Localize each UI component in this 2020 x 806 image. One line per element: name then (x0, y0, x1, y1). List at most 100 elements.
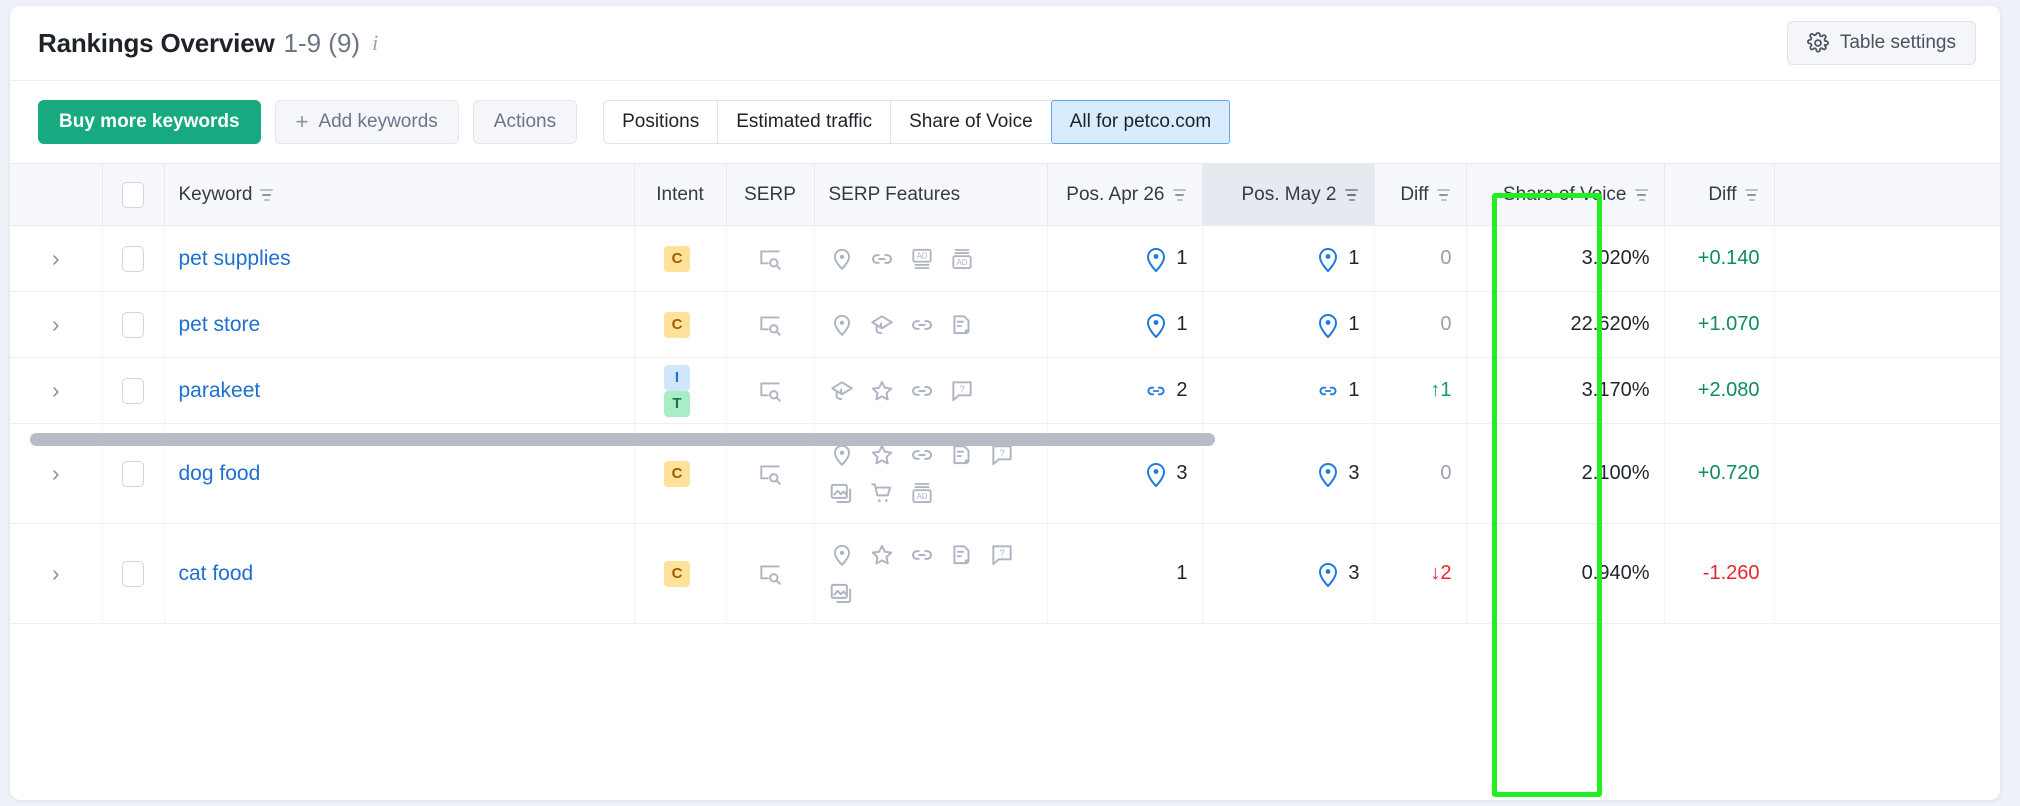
pos-may2-value: 1 (1348, 247, 1360, 269)
intent-badge-c[interactable]: C (664, 245, 690, 272)
share-of-voice-value: 22.620% (1570, 313, 1650, 335)
image-pack-icon[interactable] (829, 480, 855, 506)
th-diff-sov[interactable]: Diff (1664, 163, 1775, 226)
expand-chevron-icon[interactable]: › (24, 247, 88, 270)
row-checkbox[interactable] (122, 311, 144, 338)
sort-icon (1172, 188, 1186, 201)
sitelinks-icon[interactable] (909, 542, 935, 568)
expand-chevron-icon[interactable]: › (24, 313, 88, 336)
th-pos-apr26[interactable]: Pos. Apr 26 (1047, 163, 1203, 226)
serp-cell[interactable] (726, 225, 815, 292)
row-select-cell[interactable] (102, 357, 165, 424)
diff-sov-value: -1.260 (1702, 562, 1760, 584)
horizontal-scrollbar-thumb[interactable] (30, 433, 1215, 446)
reviews-icon[interactable] (869, 378, 895, 404)
row-checkbox[interactable] (122, 377, 144, 404)
row-expand-cell[interactable]: › (10, 357, 103, 424)
intent-badge-t[interactable]: T (664, 390, 690, 417)
row-checkbox[interactable] (122, 460, 144, 487)
row-expand-cell[interactable]: › (10, 291, 103, 358)
serp-preview-icon[interactable] (741, 378, 800, 404)
plus-icon: + (295, 109, 309, 134)
knowledge-panel-icon[interactable] (829, 378, 855, 404)
keyword-link[interactable]: pet store (179, 313, 261, 336)
image-pack-icon[interactable] (829, 580, 855, 606)
th-keyword[interactable]: Keyword (164, 163, 635, 226)
serp-cell[interactable] (726, 291, 815, 358)
pos-may2-value: 1 (1348, 313, 1360, 335)
actions-button[interactable]: Actions (472, 100, 578, 144)
row-select-cell[interactable] (102, 523, 165, 624)
table-settings-button[interactable]: Table settings (1786, 21, 1976, 65)
serp-features-cell: ? (814, 523, 1048, 624)
keyword-link[interactable]: parakeet (179, 379, 261, 402)
serp-preview-icon[interactable] (741, 312, 800, 338)
shopping-icon[interactable] (869, 480, 895, 506)
arrow-up-icon: ↑ (1430, 379, 1441, 401)
sitelinks-icon[interactable] (909, 312, 935, 338)
buy-more-keywords-button[interactable]: Buy more keywords (38, 100, 261, 144)
tab-all-for-domain[interactable]: All for petco.com (1050, 100, 1231, 144)
serp-preview-icon[interactable] (741, 246, 800, 272)
keyword-link[interactable]: cat food (179, 562, 254, 585)
row-checkbox[interactable] (122, 245, 144, 272)
row-select-cell[interactable] (102, 225, 165, 292)
tab-estimated-traffic[interactable]: Estimated traffic (717, 100, 891, 144)
th-diff-position[interactable]: Diff (1374, 163, 1467, 226)
sitelinks-icon[interactable] (909, 378, 935, 404)
diff-sov-cell: +2.080 (1664, 357, 1775, 424)
serp-preview-icon[interactable] (741, 561, 800, 587)
horizontal-scrollbar[interactable] (10, 429, 2000, 449)
add-keywords-button[interactable]: + Add keywords (274, 100, 459, 144)
ads-bottom-icon[interactable]: AD (949, 246, 975, 272)
keyword-link[interactable]: dog food (179, 462, 261, 485)
th-serp-label: SERP (744, 183, 796, 205)
featured-snippet-icon[interactable] (949, 542, 975, 568)
intent-badge-c[interactable]: C (664, 460, 690, 487)
tab-share-of-voice[interactable]: Share of Voice (890, 100, 1051, 144)
th-share-of-voice-label: Share of Voice (1502, 183, 1627, 205)
row-checkbox[interactable] (122, 560, 144, 587)
serp-cell[interactable] (726, 357, 815, 424)
sitelinks-icon[interactable] (869, 246, 895, 272)
info-icon[interactable]: i (372, 30, 378, 56)
serp-preview-icon[interactable] (741, 461, 800, 487)
th-share-of-voice[interactable]: Share of Voice (1466, 163, 1665, 226)
expand-chevron-icon[interactable]: › (24, 379, 88, 402)
intent-badge-c[interactable]: C (664, 311, 690, 338)
featured-snippet-icon[interactable] (949, 312, 975, 338)
row-expand-cell[interactable]: › (10, 523, 103, 624)
share-of-voice-value: 2.100% (1581, 462, 1650, 484)
ads-bottom-icon[interactable]: AD (909, 480, 935, 506)
table-row[interactable]: › cat food C? 1 3 ↓2 0.940% -1.260 (10, 523, 2000, 624)
intent-badge-i[interactable]: I (664, 364, 690, 391)
diff-sov-value: +1.070 (1697, 313, 1760, 335)
svg-text:AD: AD (956, 257, 967, 266)
tab-positions[interactable]: Positions (603, 100, 718, 144)
intent-badge-c[interactable]: C (664, 560, 690, 587)
row-expand-cell[interactable]: › (10, 225, 103, 292)
local-pack-icon[interactable] (829, 312, 855, 338)
buy-more-keywords-label: Buy more keywords (59, 111, 240, 132)
faq-icon[interactable]: ? (949, 378, 975, 404)
local-pack-icon[interactable] (829, 246, 855, 272)
select-all-checkbox[interactable] (122, 181, 144, 208)
table-row[interactable]: › parakeet IT? 2 1 ↑1 3.170% +2.080 (10, 357, 2000, 424)
th-pos-may2[interactable]: Pos. May 2 (1202, 163, 1375, 226)
view-mode-segmented-control: Positions Estimated traffic Share of Voi… (603, 100, 1231, 144)
table-settings-label: Table settings (1839, 32, 1956, 53)
expand-chevron-icon[interactable]: › (24, 562, 88, 585)
ads-top-icon[interactable]: AD (909, 246, 935, 272)
faq-icon[interactable]: ? (989, 542, 1015, 568)
knowledge-panel-icon[interactable] (869, 312, 895, 338)
expand-chevron-icon[interactable]: › (24, 462, 88, 485)
table-body: › pet supplies C AD AD 1 1 0 3.020% +0.140 › pet st… (10, 225, 2000, 624)
th-serp-features: SERP Features (814, 163, 1048, 226)
local-pack-icon[interactable] (829, 542, 855, 568)
table-row[interactable]: › pet supplies C AD AD 1 1 0 3.020% +0.140 (10, 225, 2000, 292)
keyword-link[interactable]: pet supplies (179, 247, 291, 270)
table-row[interactable]: › pet store C 1 1 0 22.620% +1.070 (10, 291, 2000, 358)
serp-cell[interactable] (726, 523, 815, 624)
reviews-icon[interactable] (869, 542, 895, 568)
row-select-cell[interactable] (102, 291, 165, 358)
